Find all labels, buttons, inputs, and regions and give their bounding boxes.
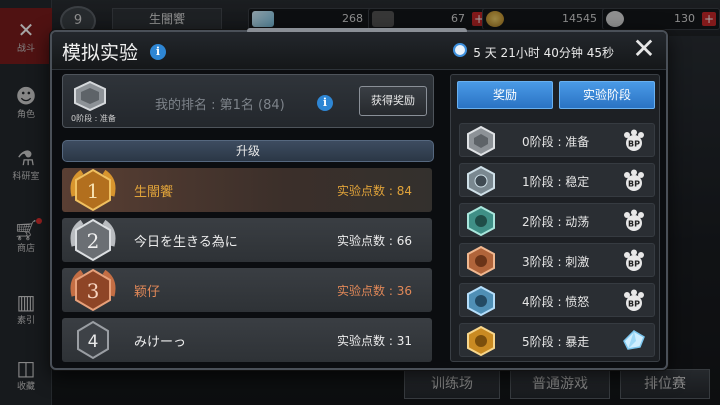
leaderboard-row: 4 みけーっ 实验点数 : 31 bbox=[62, 318, 432, 362]
plain-rank-badge-icon: 4 bbox=[77, 320, 109, 360]
stage-row-0: 0阶段 : 准备 BP bbox=[459, 123, 655, 157]
info-icon[interactable]: i bbox=[150, 44, 166, 60]
player-name: 生闇饗 bbox=[134, 185, 174, 200]
modal-header: 模拟实验 i 5 天 21小时 40分钟 45秒 ✕ bbox=[52, 32, 666, 70]
timer-text: 5 天 21小时 40分钟 45秒 bbox=[473, 46, 614, 60]
svg-text:BP: BP bbox=[628, 180, 640, 189]
bp-paw-icon: BP bbox=[624, 169, 644, 191]
experiment-points: 实验点数 : 31 bbox=[337, 334, 412, 348]
stage-label: 0阶段 : 准备 bbox=[522, 135, 590, 149]
leaderboard-row: 2 今日を生きる為に 实验点数 : 66 bbox=[62, 218, 432, 262]
tab-stages[interactable]: 实验阶段 bbox=[559, 81, 655, 109]
stage-4-badge-icon bbox=[467, 286, 495, 316]
player-name: 颖仔 bbox=[134, 285, 161, 300]
stage-row-4: 4阶段 : 愤怒 BP bbox=[459, 283, 655, 317]
stage-panel: 奖励 实验阶段 0阶段 : 准备 BP 1阶段 : 稳定 BP 2阶段 : 动荡… bbox=[450, 74, 660, 362]
stage-label: 2阶段 : 动荡 bbox=[522, 215, 590, 229]
points-value: 36 bbox=[396, 284, 412, 298]
svg-text:BP: BP bbox=[628, 140, 640, 149]
points-label: 实验点数 bbox=[337, 184, 386, 198]
rank-info-icon[interactable]: i bbox=[317, 95, 333, 111]
medal-rank-text: 4 bbox=[88, 332, 99, 352]
points-label: 实验点数 bbox=[337, 334, 386, 348]
leaderboard-row: 1 生闇饗 实验点数 : 84 bbox=[62, 168, 432, 212]
points-label: 实验点数 bbox=[337, 234, 386, 248]
points-value: 31 bbox=[396, 334, 412, 348]
stage-label: 1阶段 : 稳定 bbox=[522, 175, 590, 189]
stage-label: 3阶段 : 刺激 bbox=[522, 255, 590, 269]
player-name: みけーっ bbox=[134, 335, 187, 350]
stage-row-1: 1阶段 : 稳定 BP bbox=[459, 163, 655, 197]
tab-rewards[interactable]: 奖励 bbox=[457, 81, 553, 109]
stage-5-badge-icon bbox=[467, 326, 495, 356]
svg-text:BP: BP bbox=[628, 220, 640, 229]
close-button[interactable]: ✕ bbox=[628, 35, 660, 65]
modal-title: 模拟实验 bbox=[62, 42, 139, 64]
points-value: 66 bbox=[396, 234, 412, 248]
experiment-points: 实验点数 : 36 bbox=[337, 284, 412, 298]
stage-3-badge-icon bbox=[467, 246, 495, 276]
my-rank-text: 我的排名 : 第1名 (84) bbox=[155, 98, 285, 113]
my-rank-box: 0阶段 : 准备 我的排名 : 第1名 (84) i 获得奖励 bbox=[62, 74, 434, 128]
claim-reward-button[interactable]: 获得奖励 bbox=[359, 86, 427, 116]
stage-row-3: 3阶段 : 刺激 BP bbox=[459, 243, 655, 277]
crystal-icon bbox=[623, 330, 645, 350]
gold-medal-icon: 1 bbox=[70, 168, 116, 212]
stage-0-badge-icon bbox=[467, 126, 495, 156]
countdown-timer: 5 天 21小时 40分钟 45秒 bbox=[453, 43, 614, 61]
stage-row-5: 5阶段 : 暴走 bbox=[459, 323, 655, 357]
my-stage-caption: 0阶段 : 准备 bbox=[71, 114, 116, 123]
stage-label: 4阶段 : 愤怒 bbox=[522, 295, 590, 309]
bp-paw-icon: BP bbox=[624, 129, 644, 151]
bp-paw-icon: BP bbox=[624, 289, 644, 311]
points-label: 实验点数 bbox=[337, 284, 386, 298]
experiment-points: 实验点数 : 84 bbox=[337, 184, 412, 198]
bp-paw-icon: BP bbox=[624, 249, 644, 271]
stage-row-2: 2阶段 : 动荡 BP bbox=[459, 203, 655, 237]
leaderboard-row: 3 颖仔 实验点数 : 36 bbox=[62, 268, 432, 312]
player-name: 今日を生きる為に bbox=[134, 235, 238, 250]
stage-1-badge-icon bbox=[467, 166, 495, 196]
medal-rank-text: 1 bbox=[87, 179, 100, 203]
points-value: 84 bbox=[396, 184, 412, 198]
upgrade-section-header: 升级 bbox=[62, 140, 434, 162]
bp-paw-icon: BP bbox=[624, 209, 644, 231]
medal-rank-text: 3 bbox=[87, 279, 100, 303]
svg-text:BP: BP bbox=[628, 300, 640, 309]
stage-2-badge-icon bbox=[467, 206, 495, 236]
simulation-modal: 模拟实验 i 5 天 21小时 40分钟 45秒 ✕ 0阶段 : 准备 我的排名… bbox=[50, 28, 668, 370]
experiment-points: 实验点数 : 66 bbox=[337, 234, 412, 248]
stage-label: 5阶段 : 暴走 bbox=[522, 335, 590, 349]
clock-icon bbox=[453, 43, 468, 57]
svg-text:BP: BP bbox=[628, 260, 640, 269]
bronze-medal-icon: 3 bbox=[70, 268, 116, 312]
stage-0-badge-icon bbox=[74, 81, 106, 111]
silver-medal-icon: 2 bbox=[70, 218, 116, 262]
medal-rank-text: 2 bbox=[87, 229, 100, 253]
